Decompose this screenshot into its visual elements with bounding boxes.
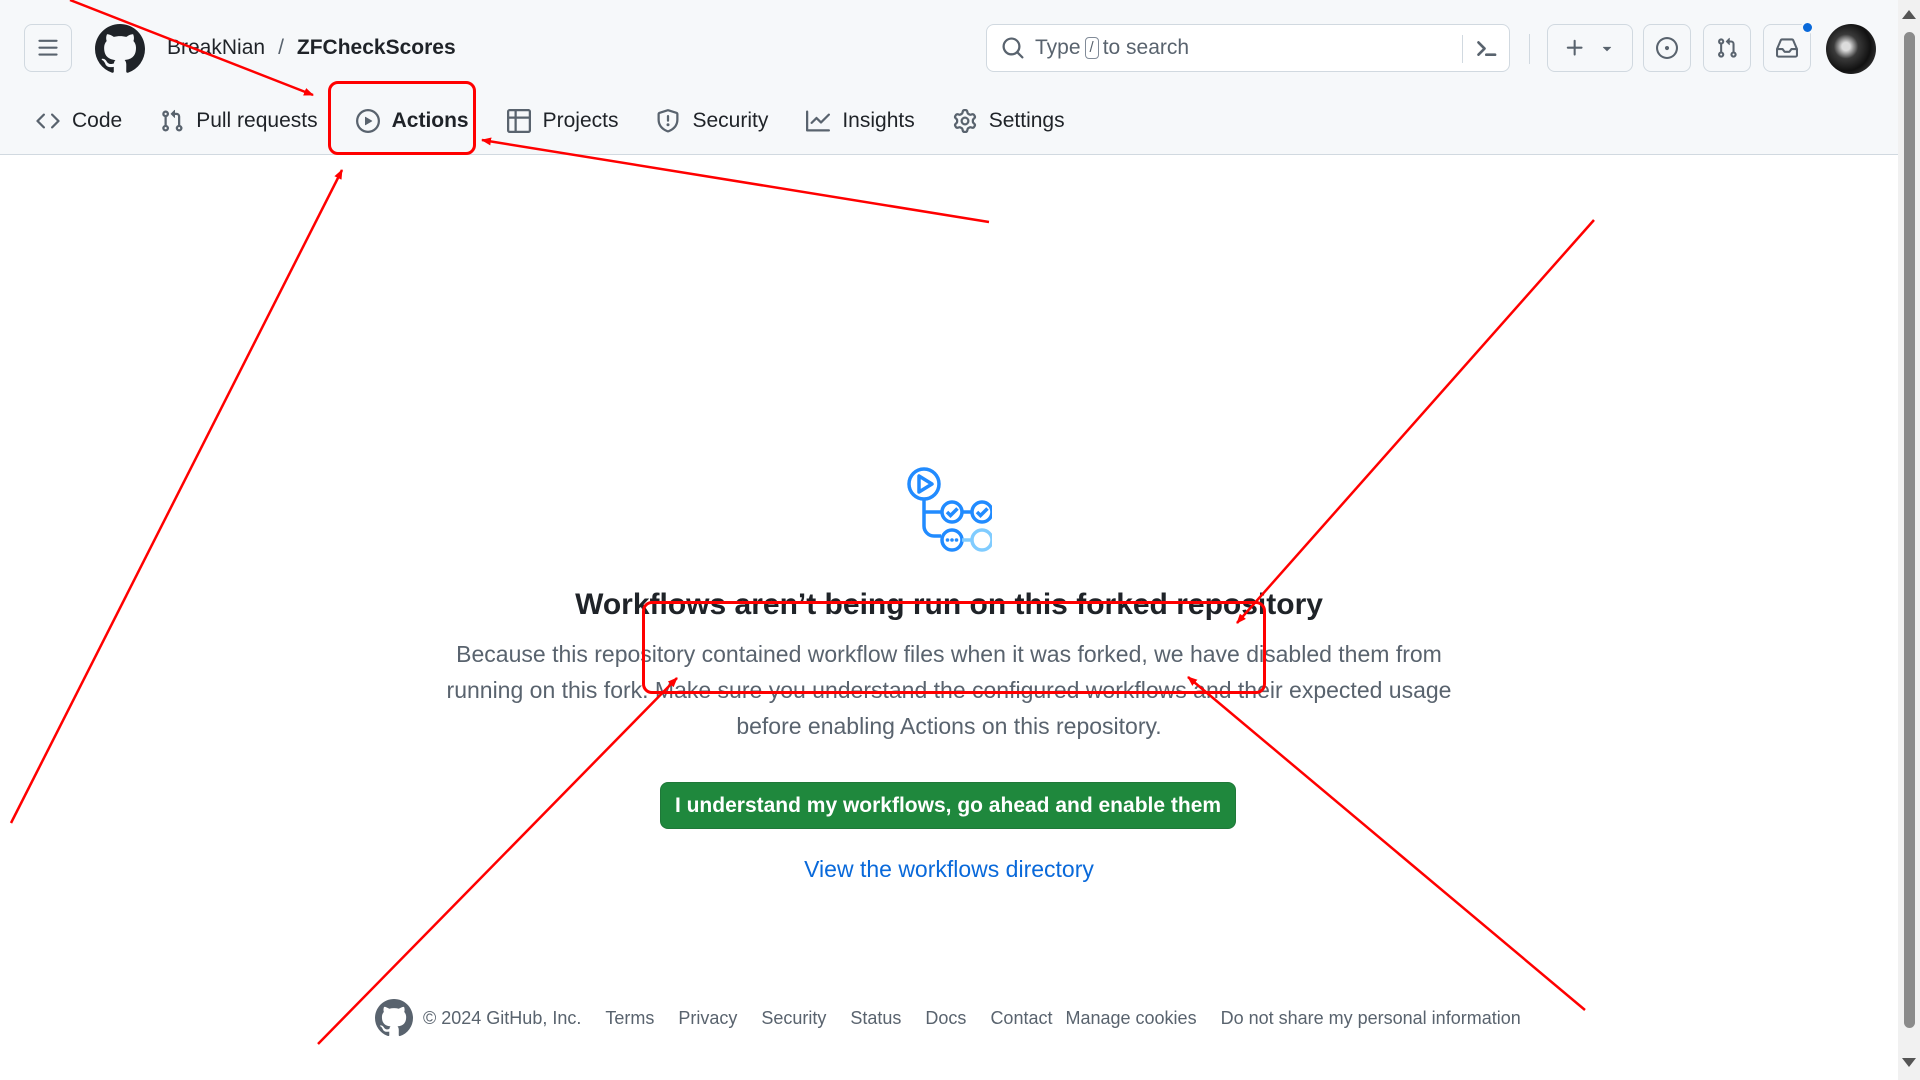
shield-icon [657, 109, 679, 133]
footer-link-do-not-share[interactable]: Do not share my personal information [1221, 1008, 1521, 1029]
footer-link-manage-cookies[interactable]: Manage cookies [1065, 1008, 1196, 1029]
inbox-icon [1776, 38, 1798, 58]
repo-name-link[interactable]: ZFCheckScores [297, 36, 456, 60]
repo-owner-link[interactable]: BreakNian [167, 36, 265, 60]
footer-link-contact[interactable]: Contact [990, 1008, 1052, 1029]
header-divider [1529, 34, 1530, 64]
footer-copyright: © 2024 GitHub, Inc. [423, 1007, 582, 1028]
tab-code[interactable]: Code [24, 96, 134, 146]
annotation-box-actions-tab [328, 81, 476, 155]
search-icon [1002, 37, 1024, 59]
scrollbar-thumb[interactable] [1904, 32, 1915, 1028]
search-shortcut-key: / [1084, 37, 1099, 59]
search-placeholder-prefix: Type [1035, 36, 1081, 59]
tab-code-label: Code [72, 109, 123, 132]
tab-security-label: Security [692, 109, 769, 132]
footer-link-terms[interactable]: Terms [605, 1008, 654, 1029]
search-placeholder: Type / to search [1035, 36, 1189, 60]
plus-icon [1566, 39, 1583, 56]
menu-button[interactable] [24, 24, 72, 72]
tab-insights[interactable]: Insights [794, 96, 926, 146]
footer-link-status[interactable]: Status [850, 1008, 901, 1029]
scroll-up-arrow-icon[interactable] [1902, 10, 1916, 19]
github-logo-icon[interactable] [95, 24, 145, 74]
tab-pull-requests-label: Pull requests [196, 109, 318, 132]
tab-settings-label: Settings [988, 109, 1065, 132]
git-pull-request-icon [1718, 37, 1737, 58]
issue-opened-icon [1656, 37, 1678, 59]
gear-icon [953, 109, 976, 133]
create-new-button[interactable] [1547, 24, 1633, 72]
search-input[interactable]: Type / to search [986, 24, 1510, 72]
tab-projects[interactable]: Projects [495, 96, 631, 146]
avatar[interactable] [1826, 24, 1876, 74]
repo-header: BreakNian / ZFCheckScores Type / to sear… [0, 0, 1898, 155]
github-mark-icon[interactable] [375, 999, 413, 1037]
tab-projects-label: Projects [542, 109, 619, 132]
enable-workflows-button[interactable]: I understand my workflows, go ahead and … [660, 782, 1236, 829]
hamburger-icon [38, 39, 58, 56]
breadcrumb-separator: / [278, 36, 284, 59]
repo-nav-tabs: Code Pull requests Actions Projects Secu… [24, 96, 1091, 146]
tab-pull-requests[interactable]: Pull requests [148, 96, 329, 146]
tab-insights-label: Insights [842, 109, 915, 132]
graph-icon [806, 110, 831, 132]
tab-security[interactable]: Security [644, 96, 780, 146]
git-pull-request-icon [162, 109, 183, 132]
view-workflows-directory-link-text[interactable]: View the workflows directory [804, 856, 1094, 882]
search-placeholder-suffix: to search [1102, 36, 1190, 59]
tab-settings[interactable]: Settings [941, 96, 1077, 146]
notification-dot [1801, 21, 1814, 34]
issues-button[interactable] [1643, 24, 1691, 72]
annotation-box-enable-button [642, 601, 1266, 694]
triangle-down-icon [1602, 46, 1612, 52]
workflow-illustration-icon [907, 467, 992, 552]
footer-link-security[interactable]: Security [761, 1008, 826, 1029]
scroll-down-arrow-icon[interactable] [1902, 1058, 1916, 1067]
command-palette-icon[interactable] [1471, 35, 1499, 63]
code-icon [36, 113, 60, 129]
table-icon [506, 109, 531, 133]
site-footer: © 2024 GitHub, Inc. Terms Privacy Securi… [375, 998, 1545, 1038]
footer-link-privacy[interactable]: Privacy [678, 1008, 737, 1029]
search-divider [1462, 35, 1463, 63]
pull-requests-button[interactable] [1703, 24, 1751, 72]
breadcrumb: BreakNian / ZFCheckScores [167, 36, 456, 60]
view-workflows-directory-link: View the workflows directory [0, 856, 1898, 883]
footer-link-docs[interactable]: Docs [925, 1008, 966, 1029]
